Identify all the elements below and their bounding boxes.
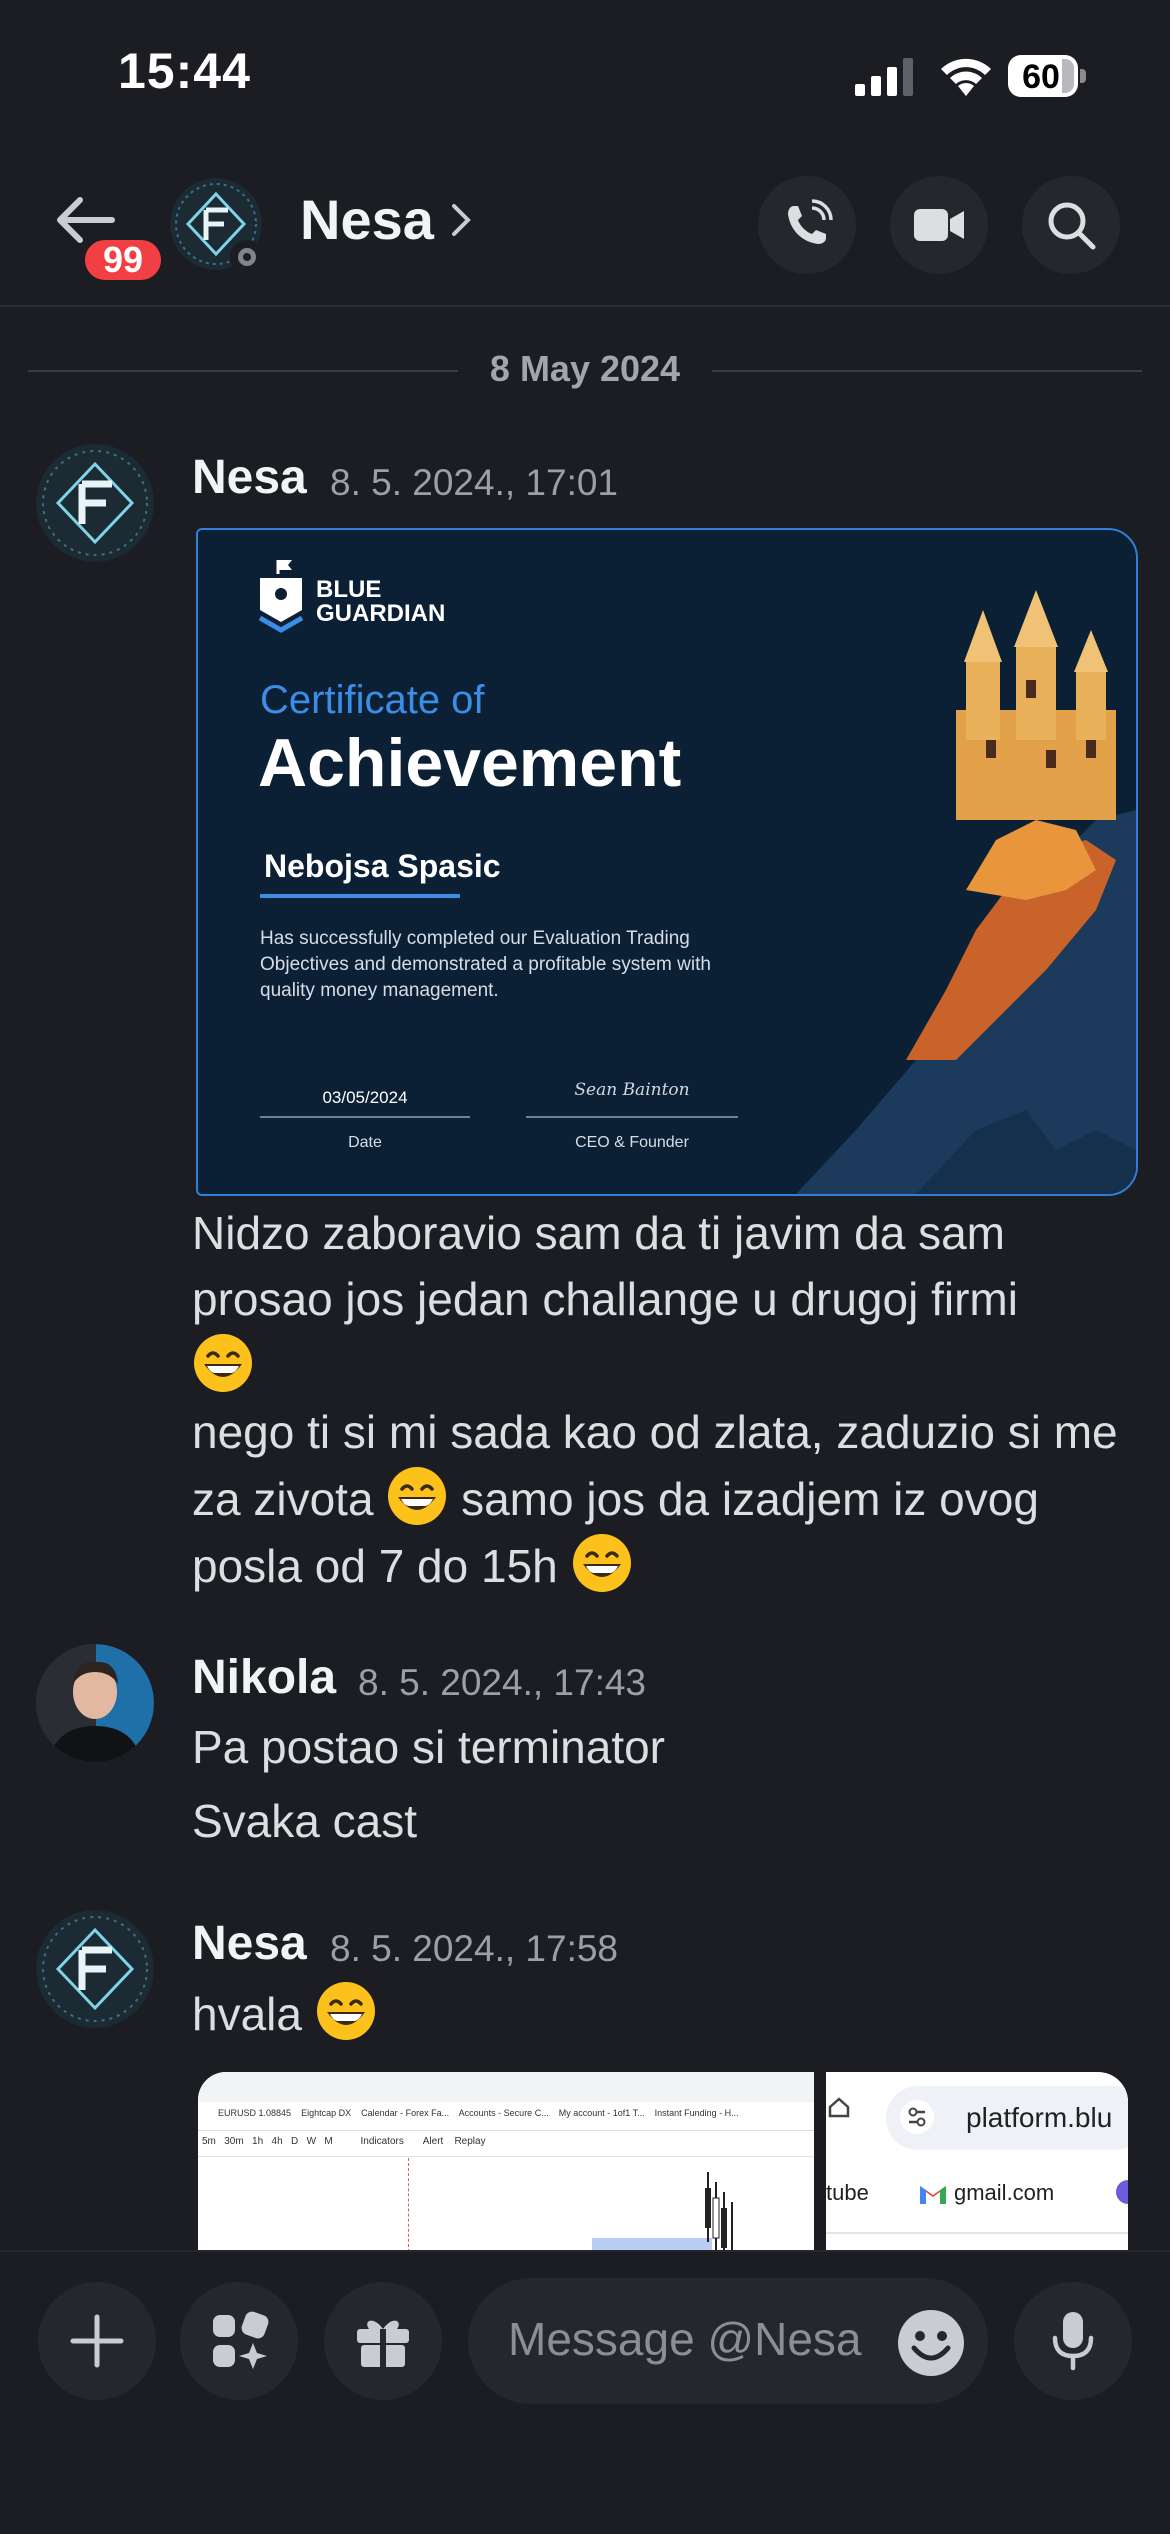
add-attachment-button[interactable]: [38, 2282, 156, 2400]
avatar[interactable]: [36, 1644, 154, 1762]
status-time: 15:44: [118, 43, 251, 99]
browser-tabs: EURUSD 1.08845 Eightcap DX Calendar - Fo…: [218, 2108, 739, 2118]
grinning-emoji-icon: [572, 1534, 631, 1592]
message-text: Svaka cast: [192, 1795, 417, 1847]
certificate-date-value: 03/05/2024: [322, 1088, 408, 1107]
blue-guardian-logo-icon: [258, 560, 304, 633]
gift-button[interactable]: [324, 2282, 442, 2400]
certificate-body: Has successfully completed our Evaluatio…: [260, 928, 711, 1001]
wifi-icon: [941, 58, 991, 96]
emoji-picker-icon[interactable]: [896, 2308, 966, 2378]
screenshot-attachment-browser[interactable]: platform.blu tube gmail.com: [826, 2072, 1128, 2252]
message-author[interactable]: Nesa: [192, 1916, 307, 1971]
certificate-signature-line: [526, 1116, 738, 1118]
certificate-signature: Sean Bainton: [574, 1080, 690, 1100]
castle-illustration: [796, 590, 1136, 1194]
site-settings-icon: [900, 2100, 934, 2134]
certificate-name-underline: [260, 894, 460, 898]
message-timestamp: 8. 5. 2024., 17:43: [358, 1662, 647, 1703]
battery-level: 60: [1022, 58, 1060, 96]
apps-icon: [213, 2311, 269, 2369]
message-text: Pa postao si terminator: [192, 1721, 666, 1773]
shortcut-youtube: tube: [826, 2180, 869, 2205]
plus-icon: [70, 2314, 124, 2368]
date-divider: 8 May 2024: [489, 348, 681, 389]
microphone-icon: [1052, 2312, 1094, 2371]
message-author[interactable]: Nesa: [192, 450, 307, 505]
grinning-emoji-icon: [316, 1982, 375, 2040]
certificate-date-line: [260, 1116, 470, 1118]
header-divider: [0, 305, 1170, 307]
certificate-image-attachment[interactable]: BLUE GUARDIAN Certificate of Achievement…: [196, 528, 1138, 1196]
screenshot-attachment-chart[interactable]: EURUSD 1.08845 Eightcap DX Calendar - Fo…: [198, 2072, 814, 2252]
offline-status-indicator: [230, 240, 264, 274]
certificate-heading-small: Certificate of: [260, 678, 485, 722]
home-icon: [828, 2097, 850, 2118]
grinning-emoji-icon: [194, 1334, 252, 1392]
conversation-title[interactable]: Nesa: [300, 187, 434, 252]
search-button[interactable]: [1022, 176, 1120, 274]
shortcut-gmail: gmail.com: [954, 2180, 1055, 2205]
candlestick-chart: [705, 2172, 733, 2252]
message-timestamp: 8. 5. 2024., 17:58: [330, 1928, 619, 1969]
voice-message-button[interactable]: [1014, 2282, 1132, 2400]
gmail-icon: [920, 2186, 946, 2204]
message-timestamp: 8. 5. 2024., 17:01: [330, 462, 619, 503]
gift-icon: [357, 2320, 409, 2367]
avatar[interactable]: [36, 1910, 154, 2028]
search-icon: [1048, 202, 1096, 250]
video-call-button[interactable]: [890, 176, 988, 274]
phone-icon: [788, 199, 833, 244]
cellular-signal-icon: [855, 58, 913, 96]
unread-badge: 99: [80, 235, 166, 285]
message-text: hvala: [192, 1980, 377, 2047]
message-author[interactable]: Nikola: [192, 1650, 336, 1705]
apps-button[interactable]: [180, 2282, 298, 2400]
chart-toolbar: 5m 30m 1h 4h D W M Indicators Alert Repl…: [202, 2136, 486, 2147]
battery-icon: 60: [1008, 55, 1088, 97]
certificate-date-label: Date: [348, 1134, 382, 1151]
message-input-placeholder: Message @Nesa: [508, 2313, 862, 2365]
certificate-heading-large: Achievement: [258, 725, 682, 801]
chevron-right-icon[interactable]: [448, 198, 474, 242]
certificate-recipient-name: Nebojsa Spasic: [264, 848, 501, 884]
grinning-emoji-icon: [388, 1467, 447, 1525]
certificate-brand: BLUE GUARDIAN: [316, 576, 446, 627]
message-text: Nidzo zaboravio sam da ti javim da sam p…: [192, 1207, 1118, 1592]
address-bar-url: platform.blu: [966, 2102, 1113, 2133]
voice-call-button[interactable]: [758, 176, 856, 274]
avatar[interactable]: [36, 444, 154, 562]
video-camera-icon: [914, 209, 964, 241]
certificate-signature-label: CEO & Founder: [575, 1134, 689, 1151]
